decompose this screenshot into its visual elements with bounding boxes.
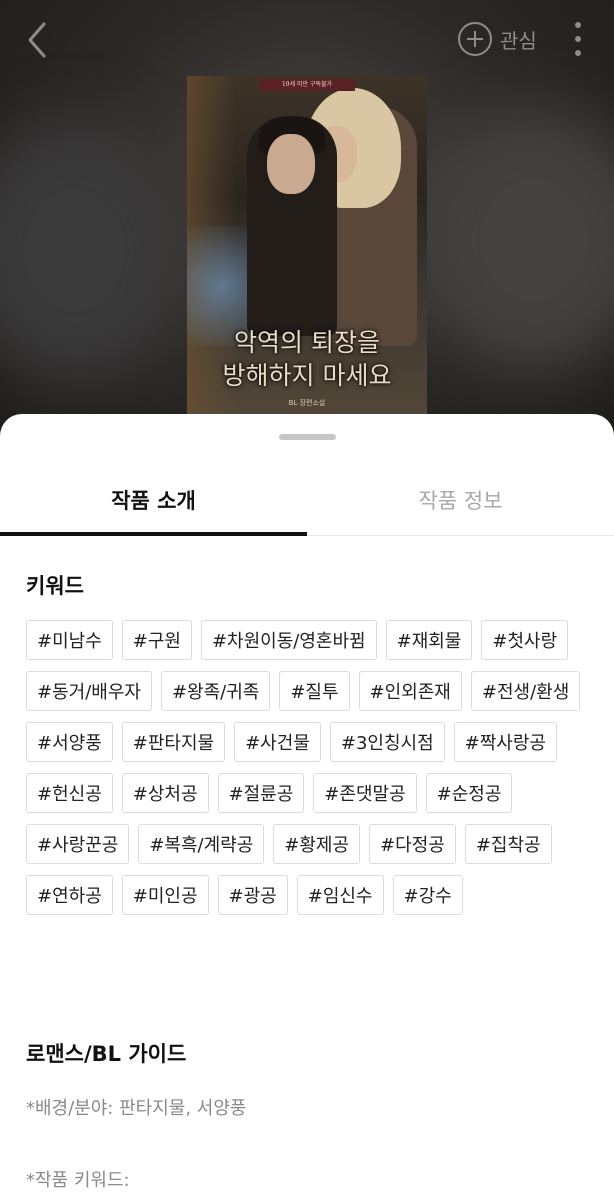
keyword-tag[interactable]: #짝사랑공: [453, 722, 557, 762]
tab-work-info[interactable]: 작품 정보: [307, 462, 614, 537]
keyword-tag[interactable]: #3인칭시점: [329, 722, 445, 762]
keyword-tag[interactable]: #상처공: [121, 773, 209, 813]
more-options-button[interactable]: [568, 22, 588, 56]
tab-introduction[interactable]: 작품 소개: [0, 462, 307, 537]
plus-circle-icon: [458, 22, 492, 56]
keyword-tag[interactable]: #집착공: [464, 824, 552, 864]
sheet-drag-handle[interactable]: [279, 434, 336, 440]
tab-bar: 작품 소개 작품 정보: [0, 462, 614, 537]
keyword-tag[interactable]: #전생/환생: [470, 671, 581, 711]
active-tab-indicator: [0, 532, 307, 536]
guide-background-line: *배경/분야: 판타지물, 서양풍: [26, 1098, 247, 1119]
keyword-tag[interactable]: #질투: [279, 671, 350, 711]
guide-title: 로맨스/BL 가이드: [26, 1042, 187, 1066]
cover-age-label: 19세 미만 구독불가: [259, 79, 355, 91]
keyword-tag[interactable]: #헌신공: [26, 773, 113, 813]
keyword-tag[interactable]: #재회물: [385, 620, 473, 660]
keyword-tag[interactable]: #구원: [121, 620, 192, 660]
keyword-tag-list: #미남수 #구원 #차원이동/영혼바뀜 #재회물 #첫사랑 #동거/배우자 #왕족/귀족 #질…: [26, 620, 596, 915]
keyword-tag[interactable]: #왕족/귀족: [160, 671, 271, 711]
keywords-title: 키워드: [26, 574, 84, 598]
keyword-tag[interactable]: #황제공: [273, 824, 361, 864]
keyword-tag[interactable]: #순정공: [425, 773, 513, 813]
keyword-tag[interactable]: #복흑/계략공: [138, 824, 265, 864]
guide-keyword-line: *작품 키워드:: [26, 1170, 130, 1191]
keyword-tag[interactable]: #판타지물: [121, 722, 226, 762]
keyword-tag[interactable]: #임신수: [296, 875, 384, 915]
keyword-tag[interactable]: #차원이동/영혼바뀜: [200, 620, 377, 660]
keyword-tag[interactable]: #미인공: [121, 875, 209, 915]
keyword-tag[interactable]: #사건물: [234, 722, 321, 762]
interest-label: 관심: [500, 28, 537, 53]
back-button[interactable]: [18, 18, 58, 62]
keyword-tag[interactable]: #서양풍: [26, 722, 113, 762]
keyword-tag[interactable]: #연하공: [26, 875, 113, 915]
cover-author: BL 장편소설: [288, 399, 326, 407]
keyword-tag[interactable]: #절륜공: [217, 773, 305, 813]
book-cover: 19세 미만 구독불가 악역의 퇴장을 방해하지 마세요 BL 장편소설: [187, 76, 427, 416]
more-vertical-icon: [575, 22, 581, 28]
chevron-left-icon: [28, 22, 46, 58]
keyword-tag[interactable]: #광공: [217, 875, 288, 915]
keyword-tag[interactable]: #존댓말공: [313, 773, 417, 813]
keyword-tag[interactable]: #미남수: [26, 620, 113, 660]
keyword-tag[interactable]: #사랑꾼공: [26, 824, 130, 864]
keyword-tag[interactable]: #인외존재: [358, 671, 462, 711]
bottom-sheet: 작품 소개 작품 정보 키워드 #미남수 #구원 #차원이동/영혼바뀜 #재회물 #첫사…: [0, 414, 614, 1200]
cover-title: 악역의 퇴장을 방해하지 마세요: [222, 328, 392, 390]
keyword-tag[interactable]: #첫사랑: [481, 620, 569, 660]
keyword-tag[interactable]: #동거/배우자: [26, 671, 152, 711]
keyword-tag[interactable]: #다정공: [369, 824, 456, 864]
keyword-tag[interactable]: #강수: [392, 875, 463, 915]
interest-button[interactable]: 관심: [458, 20, 537, 58]
